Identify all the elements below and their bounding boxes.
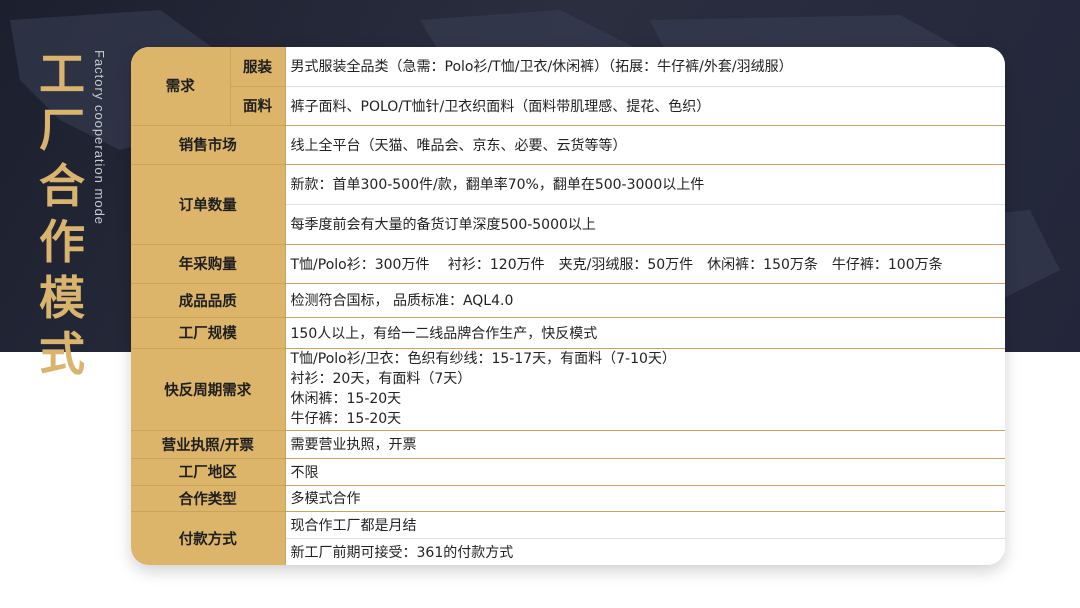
table-row: 付款方式 现合作工厂都是月结 (131, 511, 1005, 565)
cooperation-table: 需求 服装 男式服装全品类（急需：Polo衫/T恤/卫衣/休闲裤）（拓展：牛仔裤… (131, 47, 1005, 565)
row-sublabel-clothing: 服装 (230, 47, 286, 87)
title-char: 厂 (39, 103, 85, 157)
cell-value: 新工厂前期可接受：361的付款方式 (285, 538, 1005, 565)
cell-value: 需要营业执照，开票 (285, 430, 1005, 459)
cell-value: 新款：首单300-500件/款，翻单率70%，翻单在500-3000以上件 (285, 164, 1005, 205)
title-char: 作 (39, 215, 85, 269)
page-subtitle: Factory cooperation mode (92, 50, 107, 226)
title-char: 工 (39, 47, 85, 101)
page-title: 工 厂 合 作 模 式 (34, 46, 90, 382)
cell-value: 男式服装全品类（急需：Polo衫/T恤/卫衣/休闲裤）（拓展：牛仔裤/外套/羽绒… (285, 47, 1005, 87)
cell-value: 现合作工厂都是月结 (285, 511, 1005, 539)
cell-value-multiline: T恤/Polo衫/卫衣：色织有纱线：15-17天，有面料（7-10天） 衬衫：2… (285, 348, 1005, 431)
cell-value: 不限 (285, 458, 1005, 486)
cell-line: T恤/Polo衫/卫衣：色织有纱线：15-17天，有面料（7-10天） (290, 351, 676, 367)
row-label-coop-type: 合作类型 (131, 485, 286, 512)
table-row: 面料 裤子面料、POLO/T恤针/卫衣织面料（面料带肌理感、提花、色织） (131, 86, 1005, 126)
row-label-order-qty: 订单数量 (131, 164, 286, 245)
table-row: 年采购量 T恤/Polo衫：300万件 衬衫：120万件 夹克/羽绒服：50万件… (131, 244, 1005, 284)
table-row: 合作类型 多模式合作 (131, 485, 1005, 512)
cell-value: 裤子面料、POLO/T恤针/卫衣织面料（面料带肌理感、提花、色织） (285, 86, 1005, 126)
table-row: 成品品质 检测符合国标， 品质标准：AQL4.0 (131, 283, 1005, 318)
table-row: 订单数量 新款：首单300-500件/款，翻单率70%，翻单在500-3000以… (131, 164, 1005, 245)
cell-value: 检测符合国标， 品质标准：AQL4.0 (285, 283, 1005, 318)
cooperation-table-card: 需求 服装 男式服装全品类（急需：Polo衫/T恤/卫衣/休闲裤）（拓展：牛仔裤… (131, 47, 1005, 565)
row-label-quality: 成品品质 (131, 283, 286, 318)
table-row: 工厂地区 不限 (131, 458, 1005, 486)
row-label-demand: 需求 (131, 47, 231, 126)
row-label-quick-response: 快反周期需求 (131, 348, 286, 431)
row-label-sales-market: 销售市场 (131, 125, 286, 165)
table-row: 快反周期需求 T恤/Polo衫/卫衣：色织有纱线：15-17天，有面料（7-10… (131, 348, 1005, 431)
cell-line: 休闲裤：15-20天 (290, 391, 402, 407)
table-row: 工厂规模 150人以上，有给一二线品牌合作生产，快反模式 (131, 317, 1005, 349)
title-char: 式 (39, 327, 85, 381)
title-char: 模 (39, 271, 85, 325)
cell-line: 牛仔裤：15-20天 (290, 411, 402, 427)
row-label-license: 营业执照/开票 (131, 430, 286, 459)
title-char: 合 (39, 159, 85, 213)
row-label-factory-scale: 工厂规模 (131, 317, 286, 349)
cell-value: 150人以上，有给一二线品牌合作生产，快反模式 (285, 317, 1005, 349)
cell-value: T恤/Polo衫：300万件 衬衫：120万件 夹克/羽绒服：50万件 休闲裤：… (285, 244, 1005, 284)
cell-value: 每季度前会有大量的备货订单深度500-5000以上 (285, 204, 1005, 245)
row-label-payment: 付款方式 (131, 511, 286, 565)
table-row: 营业执照/开票 需要营业执照，开票 (131, 430, 1005, 459)
cell-value: 多模式合作 (285, 485, 1005, 512)
row-label-region: 工厂地区 (131, 458, 286, 486)
table-row: 销售市场 线上全平台（天猫、唯品会、京东、必要、云货等等） (131, 125, 1005, 165)
table-row: 需求 服装 男式服装全品类（急需：Polo衫/T恤/卫衣/休闲裤）（拓展：牛仔裤… (131, 47, 1005, 126)
cell-line: 衬衫：20天，有面料（7天） (290, 371, 472, 387)
row-sublabel-fabric: 面料 (230, 86, 286, 126)
row-label-annual-purchase: 年采购量 (131, 244, 286, 284)
cell-value: 线上全平台（天猫、唯品会、京东、必要、云货等等） (285, 125, 1005, 165)
